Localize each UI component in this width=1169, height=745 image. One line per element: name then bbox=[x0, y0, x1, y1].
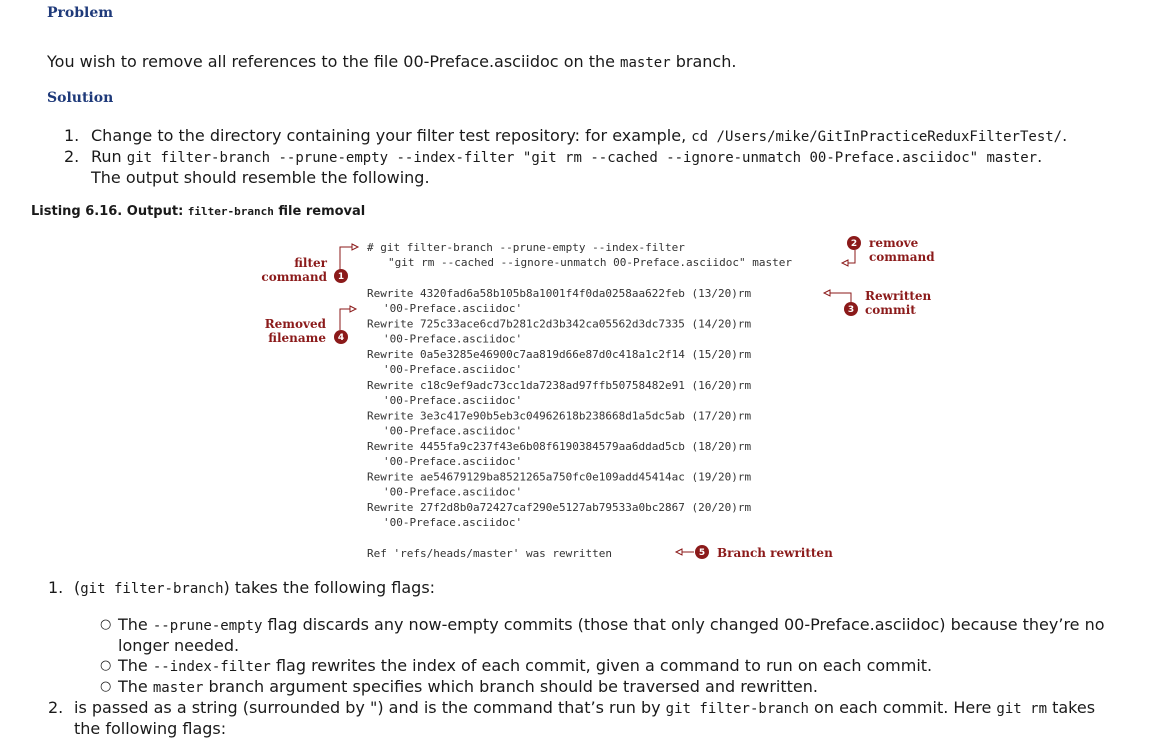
listing-figure: # git filter-branch --prune-empty --inde… bbox=[261, 236, 935, 560]
remove-label-1: remove bbox=[869, 236, 919, 250]
bullet-1-pre: The bbox=[118, 615, 153, 634]
callout-removed-filename: Removed filename 4 bbox=[265, 305, 358, 345]
note2-text: is passed as a string (surrounded by ") … bbox=[74, 698, 1095, 719]
remove-label-2: command bbox=[869, 250, 935, 264]
callout-filter-command: filter command 1 bbox=[261, 243, 360, 284]
bullet-marker: ○ bbox=[100, 679, 112, 694]
rewrite-line: Rewrite 0a5e3285e46900c7aa819d66e87d0c41… bbox=[367, 348, 751, 361]
note2-post: takes bbox=[1047, 698, 1096, 717]
rewrite-lines: Rewrite 4320fad6a58b105b8a1001f4f0da0258… bbox=[367, 287, 751, 529]
bullet-3-pre: The bbox=[118, 677, 153, 696]
callout-rewritten-commit: 3 Rewritten commit bbox=[822, 289, 932, 317]
callout-branch-rewritten: 5 Branch rewritten bbox=[674, 545, 833, 560]
rewrite-line: Rewrite 4455fa9c237f43e6b08f6190384579aa… bbox=[367, 440, 751, 453]
rewrite-filename: '00-Preface.asciidoc' bbox=[383, 302, 522, 315]
command-line-1: # git filter-branch --prune-empty --inde… bbox=[367, 241, 685, 254]
note2-code-2: git rm bbox=[996, 701, 1047, 717]
bullet-1-line2: longer needed. bbox=[118, 636, 240, 655]
note2-line2: the following flags: bbox=[74, 719, 227, 738]
bullet-1-code: --prune-empty bbox=[152, 618, 263, 634]
arrow-icon bbox=[674, 548, 683, 556]
rewrite-filename: '00-Preface.asciidoc' bbox=[383, 424, 522, 437]
callout-2-number: 2 bbox=[851, 239, 857, 249]
filter-label-2: command bbox=[261, 270, 327, 284]
bullet-1-text: The --prune-empty flag discards any now-… bbox=[118, 615, 1105, 636]
callout-1-number: 1 bbox=[338, 272, 344, 282]
bullet-2-text: The --index-filter flag rewrites the ind… bbox=[118, 656, 932, 677]
rewrite-filename: '00-Preface.asciidoc' bbox=[383, 516, 522, 529]
note2-pre: is passed as a string (surrounded by ") … bbox=[74, 698, 666, 717]
arrow-icon bbox=[351, 243, 360, 251]
bullet-2-pre: The bbox=[118, 656, 153, 675]
bullet-marker: ○ bbox=[100, 617, 112, 632]
rewrite-filename: '00-Preface.asciidoc' bbox=[383, 455, 522, 468]
filter-label-1: filter bbox=[294, 256, 327, 270]
note2-code-1: git filter-branch bbox=[665, 701, 809, 717]
arrow-icon bbox=[349, 305, 358, 313]
rewritten-label-2: commit bbox=[865, 303, 916, 317]
callout-4-number: 4 bbox=[338, 333, 344, 343]
bullet-3-post: branch argument specifies which branch s… bbox=[203, 677, 819, 696]
bullet-marker: ○ bbox=[100, 658, 112, 673]
command-line-2: "git rm --cached --ignore-unmatch 00-Pre… bbox=[388, 256, 792, 269]
note1-text: (git filter-branch) takes the following … bbox=[74, 578, 435, 599]
rewrite-line: Rewrite 4320fad6a58b105b8a1001f4f0da0258… bbox=[367, 287, 751, 300]
rewritten-label-1: Rewritten bbox=[865, 289, 932, 303]
rewrite-line: Rewrite ae54679129ba8521265a750fc0e109ad… bbox=[367, 471, 751, 484]
note2-mid: on each commit. Here bbox=[808, 698, 997, 717]
rewrite-line: Rewrite 725c33ace6cd7b281c2d3b342ca05562… bbox=[367, 318, 751, 331]
callout-3-number: 3 bbox=[848, 305, 854, 315]
branch-label: Branch rewritten bbox=[717, 546, 833, 560]
note1-code: git filter-branch bbox=[80, 581, 224, 597]
ref-line: Ref 'refs/heads/master' was rewritten bbox=[367, 547, 612, 560]
callout-remove-command: 2 remove command bbox=[840, 236, 935, 267]
bullet-3-text: The master branch argument specifies whi… bbox=[118, 677, 818, 698]
bullet-2-code: --index-filter bbox=[152, 659, 271, 675]
bullet-3-code: master bbox=[152, 680, 204, 696]
rewrite-filename: '00-Preface.asciidoc' bbox=[383, 333, 522, 346]
note2-number: 2. bbox=[48, 698, 64, 717]
rewrite-filename: '00-Preface.asciidoc' bbox=[383, 394, 522, 407]
rewrite-line: Rewrite c18c9ef9adc73cc1da7238ad97ffb507… bbox=[367, 379, 751, 392]
note1-number: 1. bbox=[48, 578, 64, 597]
removed-label-1: Removed bbox=[265, 317, 327, 331]
bullet-2-post: flag rewrites the index of each commit, … bbox=[270, 656, 933, 675]
rewrite-filename: '00-Preface.asciidoc' bbox=[383, 363, 522, 376]
rewrite-line: Rewrite 27f2d8b0a72427caf290e5127ab79533… bbox=[367, 501, 751, 514]
arrow-icon bbox=[822, 289, 831, 297]
note1-post: ) takes the following flags: bbox=[223, 578, 436, 597]
removed-label-2: filename bbox=[268, 331, 326, 345]
rewrite-filename: '00-Preface.asciidoc' bbox=[383, 486, 522, 499]
arrow-icon bbox=[840, 259, 849, 267]
callout-5-number: 5 bbox=[699, 548, 705, 558]
bullet-1-post: flag discards any now-empty commits (tho… bbox=[262, 615, 1105, 634]
rewrite-line: Rewrite 3e3c417e90b5eb3c04962618b238668d… bbox=[367, 409, 751, 422]
